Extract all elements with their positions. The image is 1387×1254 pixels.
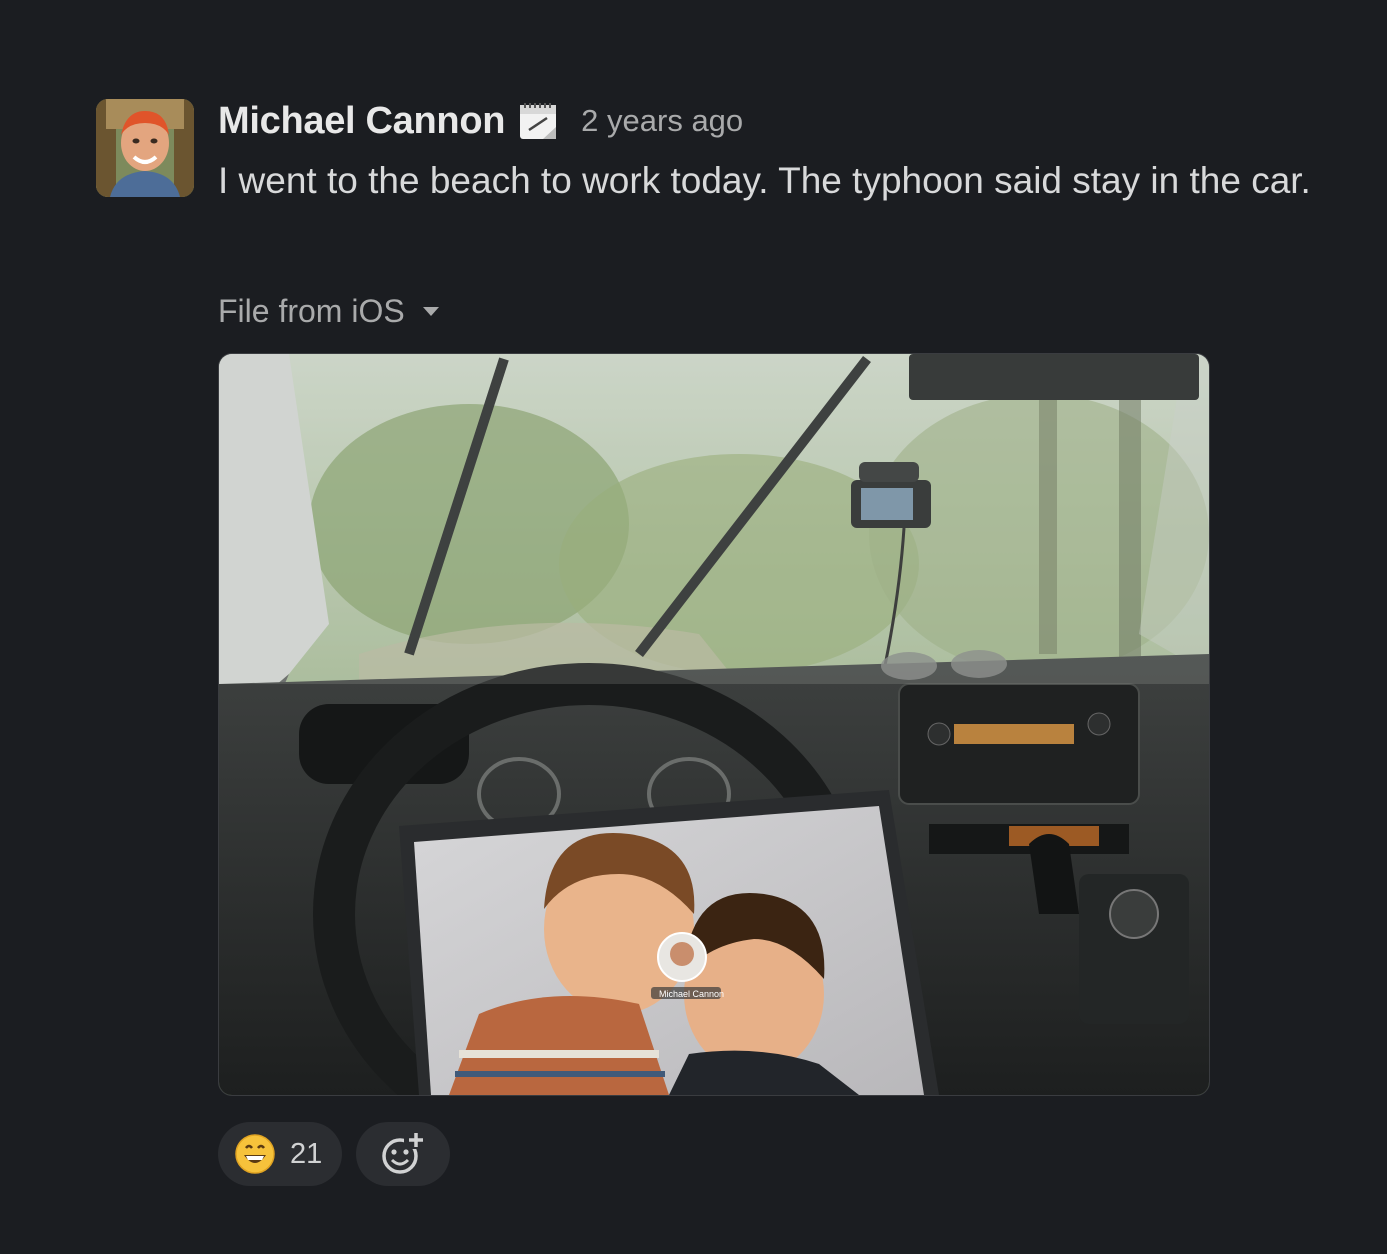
grinning-face-icon bbox=[235, 1134, 275, 1174]
author-name[interactable]: Michael Cannon bbox=[218, 100, 505, 143]
file-source-toggle[interactable]: File from iOS bbox=[218, 288, 439, 334]
file-source-label: File from iOS bbox=[218, 292, 405, 329]
message-header: Michael Cannon 2 years ago bbox=[218, 96, 743, 146]
calendar-icon[interactable] bbox=[517, 100, 559, 142]
caret-down-icon bbox=[422, 306, 439, 316]
reaction-count: 21 bbox=[290, 1137, 323, 1170]
reaction-grinning-face[interactable]: 21 bbox=[218, 1122, 343, 1186]
avatar-photo bbox=[96, 99, 194, 197]
image-attachment[interactable]: Michael Cannon bbox=[218, 353, 1210, 1096]
add-emoji-icon bbox=[382, 1131, 424, 1174]
video-call-overlay-name: Michael Cannon bbox=[659, 989, 724, 999]
reactions-bar: 21 bbox=[218, 1122, 451, 1186]
timestamp[interactable]: 2 years ago bbox=[581, 103, 743, 139]
add-reaction-button[interactable] bbox=[356, 1122, 451, 1186]
message-text: I went to the beach to work today. The t… bbox=[218, 160, 1311, 201]
car-interior-photo: Michael Cannon bbox=[219, 354, 1209, 1095]
message: Michael Cannon 2 years ago I went to the… bbox=[0, 0, 1387, 1254]
avatar[interactable] bbox=[96, 99, 194, 197]
